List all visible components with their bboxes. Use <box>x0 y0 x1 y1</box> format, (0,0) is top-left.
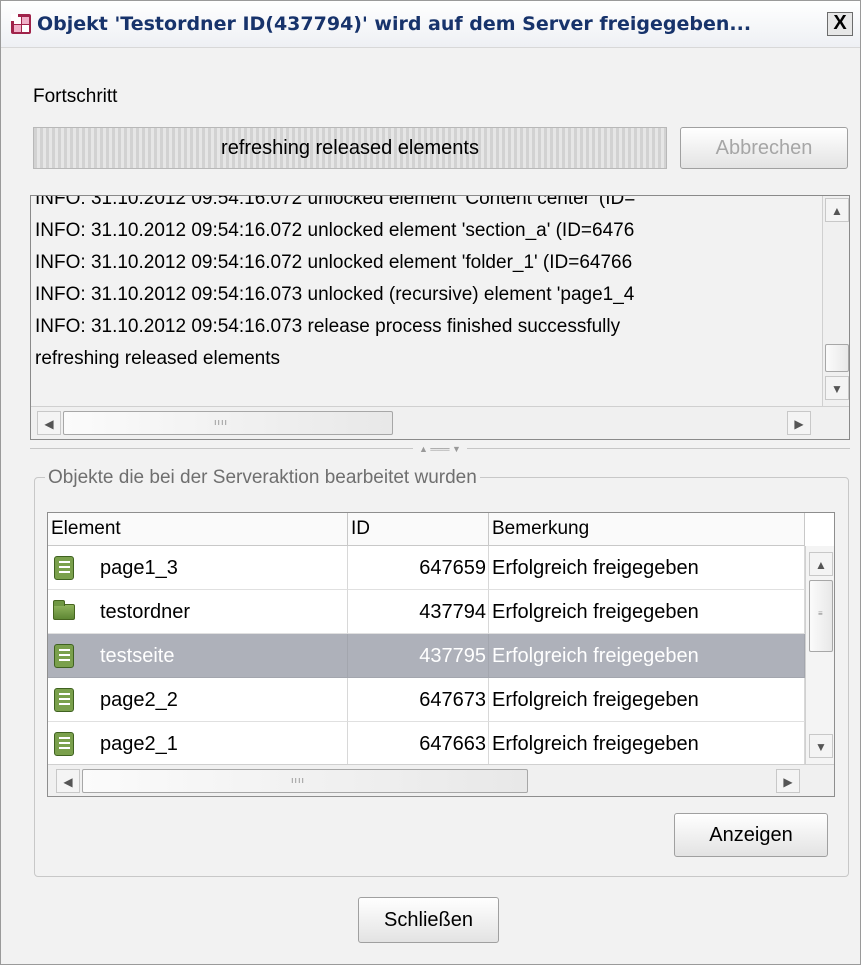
cell-element: testordner <box>48 590 348 634</box>
progress-bar: refreshing released elements <box>33 127 667 169</box>
table-row[interactable]: page2_1 647663 Erfolgreich freigegeben <box>48 722 805 766</box>
close-button[interactable]: Schließen <box>358 897 499 943</box>
scroll-down-icon[interactable]: ▼ <box>809 734 833 758</box>
show-button[interactable]: Anzeigen <box>674 813 828 857</box>
log-horizontal-scrollbar[interactable]: ◀ ıııı ▶ <box>31 406 849 439</box>
objects-table[interactable]: Element ID Bemerkung page1_3 647659 Erfo… <box>47 512 835 797</box>
table-horizontal-scroll-thumb[interactable]: ıııı <box>82 769 528 793</box>
cell-element: testseite <box>48 634 348 678</box>
cancel-button[interactable]: Abbrechen <box>680 127 848 169</box>
table-horizontal-scrollbar[interactable]: ◀ ıııı ▶ <box>48 764 834 796</box>
table-row[interactable]: page1_3 647659 Erfolgreich freigegeben <box>48 546 805 590</box>
column-header-remark[interactable]: Bemerkung <box>489 513 805 546</box>
table-vertical-scrollbar[interactable]: ▲ ≡ ▼ <box>805 546 834 764</box>
log-lines: INFO: 31.10.2012 09:54:16.072 unlocked e… <box>35 195 825 375</box>
table-row-selected[interactable]: testseite 437795 Erfolgreich freigegeben <box>48 634 805 678</box>
log-line: refreshing released elements <box>35 348 281 369</box>
progress-status-text: refreshing released elements <box>221 137 479 159</box>
window-title: Objekt 'Testordner ID(437794)' wird auf … <box>37 13 752 35</box>
cell-remark: Erfolgreich freigegeben <box>489 678 805 722</box>
log-line: INFO: 31.10.2012 09:54:16.072 unlocked e… <box>35 195 636 209</box>
cell-remark: Erfolgreich freigegeben <box>489 634 805 678</box>
splitter-grip-icon: ▲ ═══ ▼ <box>413 444 467 454</box>
split-pane-divider[interactable]: ▲ ═══ ▼ <box>30 443 850 455</box>
element-name: testseite <box>100 645 175 667</box>
cell-id: 647663 <box>348 722 489 766</box>
scroll-right-icon[interactable]: ▶ <box>787 411 811 435</box>
scroll-left-icon[interactable]: ◀ <box>56 769 80 793</box>
scroll-right-icon[interactable]: ▶ <box>776 769 800 793</box>
column-header-element[interactable]: Element <box>48 513 348 546</box>
page-icon <box>54 688 74 712</box>
element-name: page2_1 <box>100 733 178 755</box>
log-line: INFO: 31.10.2012 09:54:16.072 unlocked e… <box>35 220 635 241</box>
element-name: page1_3 <box>100 557 178 579</box>
page-icon <box>54 644 74 668</box>
scroll-up-icon[interactable]: ▲ <box>809 552 833 576</box>
grip-icon: ıııı <box>214 417 229 427</box>
log-output[interactable]: INFO: 31.10.2012 09:54:16.072 unlocked e… <box>30 195 850 440</box>
table-header: Element ID Bemerkung <box>48 513 805 546</box>
title-bar[interactable]: Objekt 'Testordner ID(437794)' wird auf … <box>1 1 860 48</box>
progress-label: Fortschritt <box>33 86 118 107</box>
element-name: page2_2 <box>100 689 178 711</box>
log-vertical-scrollbar[interactable]: ▲ ▼ <box>822 196 849 409</box>
objects-group-title: Objekte die bei der Serveraktion bearbei… <box>45 467 480 489</box>
cell-remark: Erfolgreich freigegeben <box>489 722 805 766</box>
table-vertical-scroll-thumb[interactable]: ≡ <box>809 580 833 652</box>
cell-remark: Erfolgreich freigegeben <box>489 546 805 590</box>
log-vertical-scroll-thumb[interactable] <box>825 344 849 372</box>
close-window-button[interactable]: X <box>827 12 853 36</box>
cell-element: page2_2 <box>48 678 348 722</box>
cell-id: 437795 <box>348 634 489 678</box>
table-row[interactable]: testordner 437794 Erfolgreich freigegebe… <box>48 590 805 634</box>
app-icon <box>11 14 31 34</box>
element-name: testordner <box>100 601 191 623</box>
cell-id: 647673 <box>348 678 489 722</box>
grip-icon: ıııı <box>291 775 306 785</box>
log-line: INFO: 31.10.2012 09:54:16.073 unlocked (… <box>35 284 635 305</box>
log-line: INFO: 31.10.2012 09:54:16.073 release pr… <box>35 316 621 337</box>
folder-icon <box>53 600 75 620</box>
scroll-up-icon[interactable]: ▲ <box>825 198 849 222</box>
scroll-left-icon[interactable]: ◀ <box>37 411 61 435</box>
cell-id: 647659 <box>348 546 489 590</box>
column-header-id[interactable]: ID <box>348 513 489 546</box>
cell-element: page2_1 <box>48 722 348 766</box>
grip-icon: ≡ <box>818 609 824 618</box>
cell-element: page1_3 <box>48 546 348 590</box>
page-icon <box>54 556 74 580</box>
cell-remark: Erfolgreich freigegeben <box>489 590 805 634</box>
dialog-window: Objekt 'Testordner ID(437794)' wird auf … <box>0 0 861 965</box>
cell-id: 437794 <box>348 590 489 634</box>
table-row[interactable]: page2_2 647673 Erfolgreich freigegeben <box>48 678 805 722</box>
scroll-down-icon[interactable]: ▼ <box>825 376 849 400</box>
page-icon <box>54 732 74 756</box>
log-horizontal-scroll-thumb[interactable]: ıııı <box>63 411 393 435</box>
log-line: INFO: 31.10.2012 09:54:16.072 unlocked e… <box>35 252 633 273</box>
